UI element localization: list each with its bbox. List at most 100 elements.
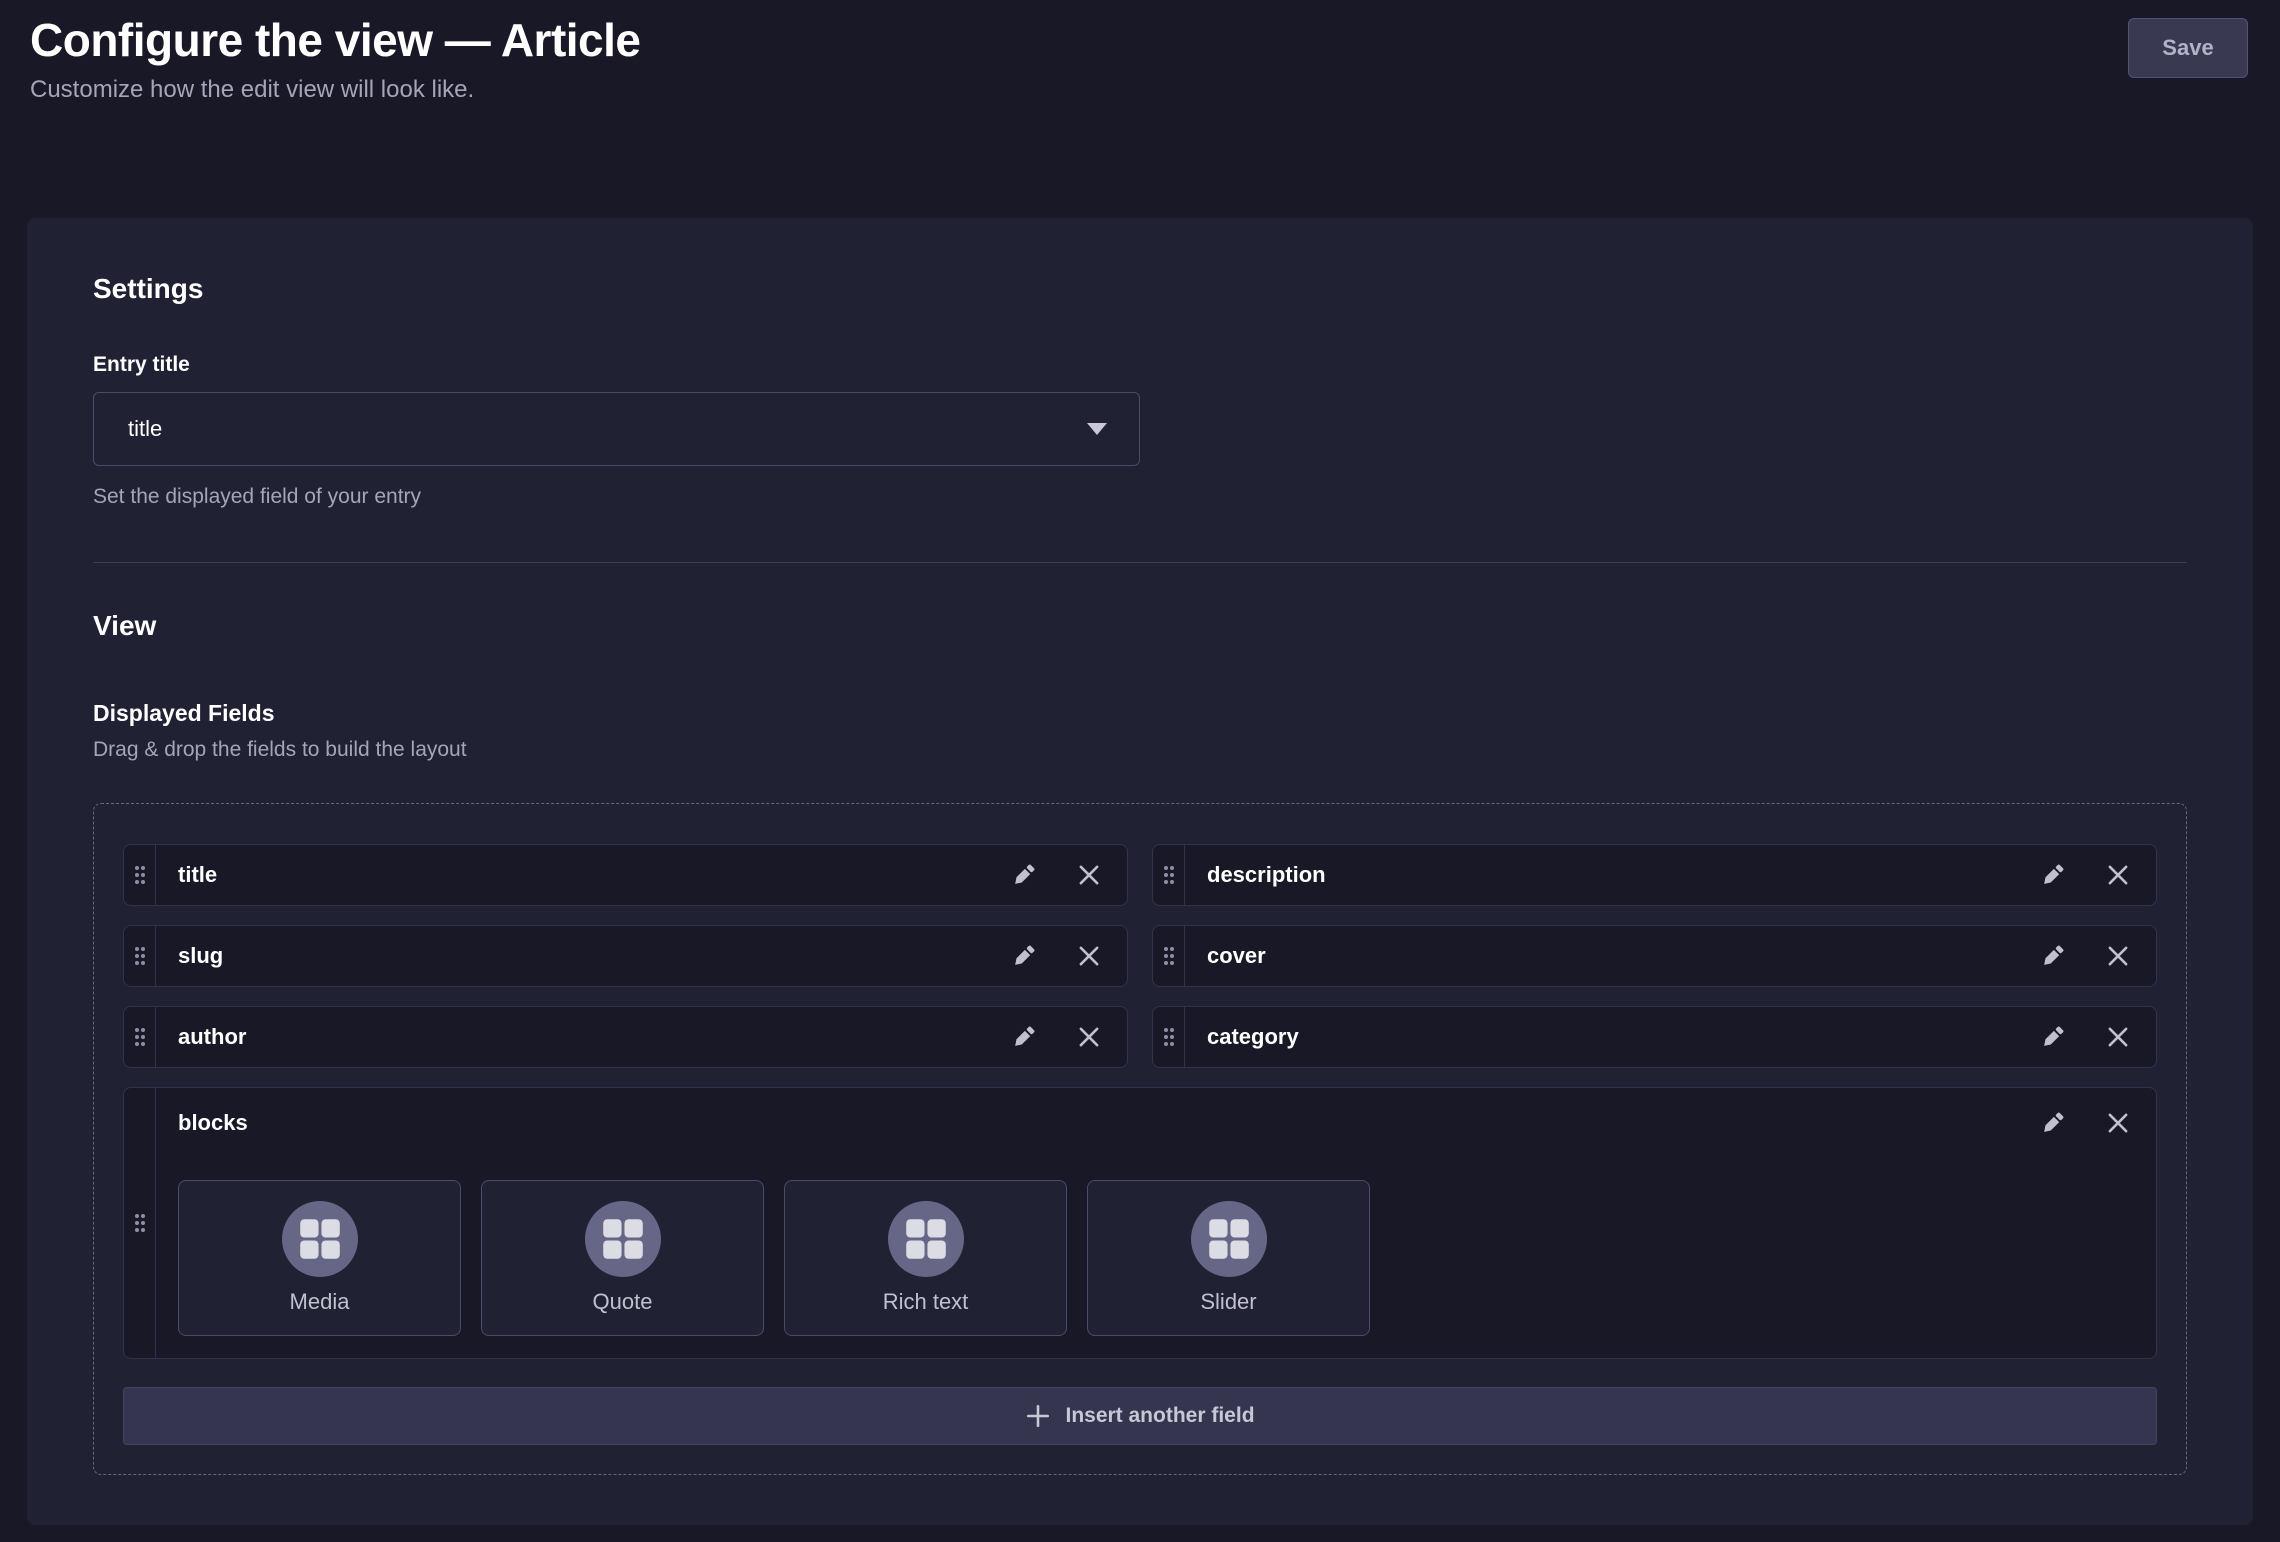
field-body: cover (1185, 926, 2156, 986)
fields-dropzone: title (93, 803, 2187, 1475)
row-actions (2038, 1108, 2132, 1138)
row-actions (2038, 1022, 2132, 1052)
row-actions (1009, 941, 1103, 971)
drag-handle[interactable] (1153, 1007, 1185, 1067)
row-actions (1009, 1022, 1103, 1052)
page-title: Configure the view — Article (30, 14, 2248, 66)
edit-field-button[interactable] (2038, 941, 2068, 971)
field-row: title (123, 844, 1128, 906)
edit-field-button[interactable] (1009, 1022, 1039, 1052)
close-icon (1075, 1023, 1103, 1051)
insert-another-field-label: Insert another field (1065, 1404, 1254, 1428)
component-tile-media: Media (178, 1180, 461, 1336)
component-tile-slider: Slider (1087, 1180, 1370, 1336)
configure-view-card: Settings Entry title title Set the displ… (27, 218, 2253, 1525)
entry-title-hint: Set the displayed field of your entry (93, 484, 2187, 510)
insert-another-field-button[interactable]: Insert another field (123, 1387, 2157, 1445)
drag-handle-icon (133, 864, 147, 886)
remove-field-button[interactable] (2104, 942, 2132, 970)
row-actions (1009, 860, 1103, 890)
component-circle (888, 1201, 964, 1277)
drag-handle-icon (1162, 1026, 1176, 1048)
component-label: Slider (1200, 1289, 1256, 1315)
section-divider (93, 562, 2187, 563)
drag-handle-icon (133, 945, 147, 967)
field-name: blocks (178, 1110, 2038, 1136)
drag-handle[interactable] (124, 1007, 156, 1067)
pencil-icon (2038, 941, 2068, 971)
drag-handle-icon (1162, 864, 1176, 886)
plus-icon (1025, 1403, 1051, 1429)
page-header: Configure the view — Article Customize h… (0, 0, 2280, 106)
field-body: author (156, 1007, 1127, 1067)
pencil-icon (2038, 1108, 2068, 1138)
pencil-icon (1009, 1022, 1039, 1052)
edit-field-button[interactable] (2038, 1108, 2068, 1138)
view-heading: View (93, 609, 2187, 643)
drag-handle[interactable] (1153, 926, 1185, 986)
remove-field-button[interactable] (1075, 1023, 1103, 1051)
field-body: category (1185, 1007, 2156, 1067)
drag-handle[interactable] (124, 1088, 156, 1358)
component-label: Media (290, 1289, 350, 1315)
row-actions (2038, 860, 2132, 890)
save-button[interactable]: Save (2128, 18, 2248, 78)
blocks-head: blocks (178, 1108, 2132, 1138)
pencil-icon (1009, 860, 1039, 890)
field-body: description (1185, 845, 2156, 905)
component-circle (1191, 1201, 1267, 1277)
drag-handle[interactable] (124, 845, 156, 905)
drag-handle[interactable] (1153, 845, 1185, 905)
settings-heading: Settings (93, 272, 2187, 306)
field-name: description (1207, 862, 2038, 888)
remove-field-button[interactable] (2104, 861, 2132, 889)
field-body: slug (156, 926, 1127, 986)
entry-title-select[interactable]: title (93, 392, 1140, 466)
drag-handle-icon (1162, 945, 1176, 967)
field-row: category (1152, 1006, 2157, 1068)
close-icon (1075, 861, 1103, 889)
field-name: slug (178, 943, 1009, 969)
component-grid-icon (1204, 1214, 1254, 1264)
field-name: cover (1207, 943, 2038, 969)
component-tile-rich-text: Rich text (784, 1180, 1067, 1336)
edit-field-button[interactable] (2038, 860, 2068, 890)
drag-handle[interactable] (124, 926, 156, 986)
remove-field-button[interactable] (1075, 942, 1103, 970)
remove-field-button[interactable] (1075, 861, 1103, 889)
field-row: author (123, 1006, 1128, 1068)
close-icon (1075, 942, 1103, 970)
displayed-fields-hint: Drag & drop the fields to build the layo… (93, 737, 2187, 763)
fields-grid: title (123, 844, 2157, 1359)
entry-title-field: Entry title title Set the displayed fiel… (93, 352, 2187, 510)
field-name: title (178, 862, 1009, 888)
caret-down-icon (1085, 422, 1109, 436)
page-subtitle: Customize how the edit view will look li… (30, 74, 2248, 106)
remove-field-button[interactable] (2104, 1023, 2132, 1051)
close-icon (2104, 942, 2132, 970)
component-grid-icon (598, 1214, 648, 1264)
pencil-icon (2038, 860, 2068, 890)
field-name: author (178, 1024, 1009, 1050)
field-body: title (156, 845, 1127, 905)
component-circle (585, 1201, 661, 1277)
components-row: Media Quote (178, 1180, 2132, 1336)
component-grid-icon (901, 1214, 951, 1264)
blocks-body: blocks (156, 1088, 2156, 1358)
remove-field-button[interactable] (2104, 1109, 2132, 1137)
field-row: cover (1152, 925, 2157, 987)
edit-field-button[interactable] (1009, 941, 1039, 971)
blocks-field-row: blocks (123, 1087, 2157, 1359)
entry-title-label: Entry title (93, 352, 2187, 378)
edit-field-button[interactable] (1009, 860, 1039, 890)
close-icon (2104, 1023, 2132, 1051)
displayed-fields-label: Displayed Fields (93, 699, 2187, 727)
close-icon (2104, 861, 2132, 889)
component-label: Rich text (883, 1289, 969, 1315)
drag-handle-icon (133, 1026, 147, 1048)
component-label: Quote (593, 1289, 653, 1315)
field-row: description (1152, 844, 2157, 906)
field-row: slug (123, 925, 1128, 987)
component-circle (282, 1201, 358, 1277)
edit-field-button[interactable] (2038, 1022, 2068, 1052)
